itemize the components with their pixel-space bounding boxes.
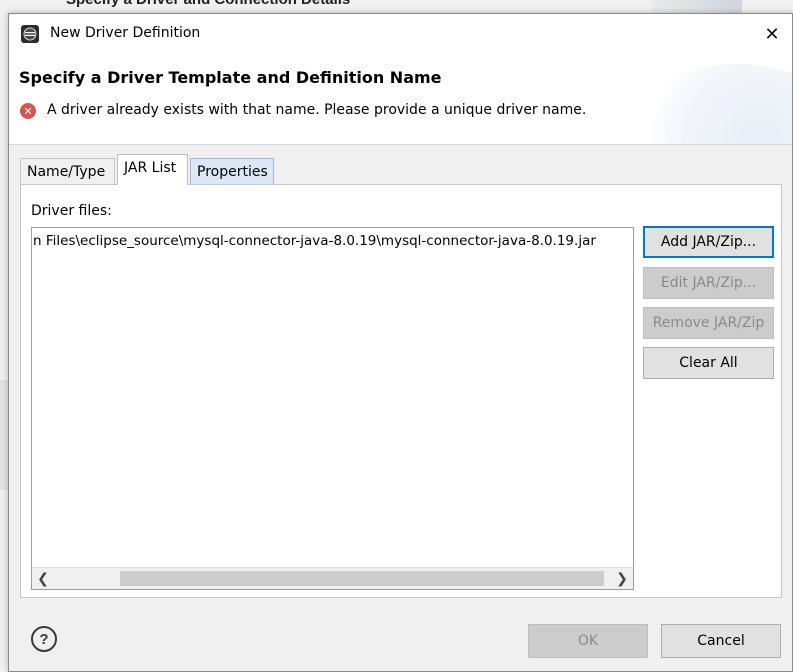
driver-files-list[interactable]: n Files\eclipse_source\mysql-connector-j… — [31, 227, 634, 590]
list-item[interactable]: n Files\eclipse_source\mysql-connector-j… — [32, 233, 596, 249]
remove-jar-zip-button[interactable]: Remove JAR/Zip — [643, 307, 774, 339]
tab-name-type[interactable]: Name/Type — [20, 158, 115, 185]
clear-all-button[interactable]: Clear All — [643, 347, 774, 379]
error-message: A driver already exists with that name. … — [47, 102, 587, 118]
tab-jar-list[interactable]: JAR List — [117, 154, 188, 185]
eclipse-app-icon — [21, 25, 39, 43]
close-icon[interactable]: ✕ — [752, 14, 792, 54]
cancel-button[interactable]: Cancel — [661, 624, 781, 658]
page-title: Specify a Driver Template and Definition… — [19, 68, 442, 87]
add-jar-zip-button[interactable]: Add JAR/Zip... — [643, 226, 774, 258]
jar-list-panel: Driver files: n Files\eclipse_source\mys… — [20, 184, 782, 598]
scroll-right-icon[interactable]: ❯ — [611, 568, 633, 589]
edit-jar-zip-button[interactable]: Edit JAR/Zip... — [643, 267, 774, 299]
tab-properties[interactable]: Properties — [190, 158, 274, 185]
driver-files-label: Driver files: — [31, 203, 112, 219]
title-bar: New Driver Definition ✕ — [9, 14, 792, 54]
scrollbar-thumb[interactable] — [120, 571, 604, 586]
ok-button[interactable]: OK — [528, 624, 648, 658]
background-banner-graphic — [652, 0, 742, 14]
dialog-header: Specify a Driver Template and Definition… — [9, 54, 792, 145]
background-scrollbar — [0, 380, 8, 490]
window-title: New Driver Definition — [50, 25, 201, 41]
header-decoration — [622, 64, 792, 144]
horizontal-scrollbar[interactable]: ❮ ❯ — [32, 567, 633, 589]
help-icon[interactable]: ? — [31, 626, 57, 652]
new-driver-definition-dialog: New Driver Definition ✕ Specify a Driver… — [8, 13, 793, 672]
scroll-left-icon[interactable]: ❮ — [32, 568, 54, 589]
error-icon: ✕ — [20, 103, 36, 119]
background-window-title: Specify a Driver and Connection Details — [66, 0, 350, 8]
